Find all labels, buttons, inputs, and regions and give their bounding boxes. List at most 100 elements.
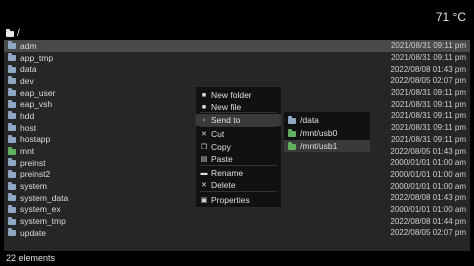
element-count: 22 elements <box>6 253 56 263</box>
file-date: 2021/08/31 09:11 pm <box>390 41 466 51</box>
file-date: 2000/01/01 01:00 am <box>390 158 466 168</box>
menu-item-label: Rename <box>211 168 244 178</box>
file-row[interactable]: adm 2021/08/31 09:11 pm <box>4 40 470 52</box>
send-to-target[interactable]: /mnt/usb0 <box>284 127 370 139</box>
file-name: preinst <box>20 157 46 168</box>
menu-item-send-to[interactable]: › Send to <box>196 114 281 126</box>
copy-icon: ❐ <box>200 144 208 151</box>
file-date: 2021/08/31 09:11 pm <box>390 53 466 63</box>
folder-icon-green <box>288 141 296 150</box>
file-row[interactable]: app_tmp 2021/08/31 09:11 pm <box>4 52 470 64</box>
folder-icon-green <box>8 146 16 155</box>
properties-icon: ▣ <box>200 197 208 204</box>
folder-icon <box>8 169 16 178</box>
temperature-readout: 71 °C <box>435 10 466 24</box>
menu-item-label: Copy <box>211 142 231 152</box>
folder-icon <box>8 88 16 97</box>
menu-item-delete[interactable]: ✕ Delete <box>196 179 281 191</box>
file-date: 2000/01/01 01:00 am <box>390 169 466 179</box>
rename-icon: ▬ <box>200 169 208 177</box>
file-name: system_ex <box>20 204 61 215</box>
folder-icon <box>8 111 16 120</box>
menu-item-label: Properties <box>211 195 250 205</box>
paste-icon: ▤ <box>200 156 208 163</box>
menu-divider <box>200 191 277 192</box>
folder-icon: ■ <box>201 91 207 99</box>
menu-item-cut[interactable]: ✕ Cut <box>196 128 281 140</box>
file-name: data <box>20 64 37 75</box>
file-date: 2021/08/31 09:11 pm <box>390 88 466 98</box>
folder-icon <box>8 158 16 167</box>
folder-icon-green <box>288 128 296 137</box>
folder-icon <box>8 134 16 143</box>
file-date: 2000/01/01 01:00 am <box>390 204 466 214</box>
file-date: 2021/08/31 09:11 pm <box>390 134 466 144</box>
menu-item-label: Send to <box>211 115 241 125</box>
file-name: host <box>20 122 37 133</box>
file-name: system_data <box>20 192 69 203</box>
folder-icon <box>8 181 16 190</box>
folder-icon <box>8 53 16 62</box>
file-icon: ■ <box>201 103 207 111</box>
file-row[interactable]: dev 2022/08/05 02:07 pm <box>4 75 470 87</box>
file-name: dev <box>20 75 34 86</box>
menu-item-label: New folder <box>211 90 252 100</box>
send-to-label: /data <box>300 115 319 125</box>
file-date: 2021/08/31 09:11 pm <box>390 111 466 121</box>
file-name: hostapp <box>20 134 51 145</box>
file-date: 2021/08/31 09:11 pm <box>390 99 466 109</box>
menu-item-copy[interactable]: ❐ Copy <box>196 141 281 153</box>
menu-item-paste[interactable]: ▤ Paste <box>196 153 281 165</box>
file-date: 2021/08/31 09:11 pm <box>390 123 466 133</box>
menu-divider <box>200 112 277 113</box>
send-to-label: /mnt/usb0 <box>300 128 338 138</box>
file-name: mnt <box>20 146 35 157</box>
folder-icon <box>8 99 16 108</box>
menu-item-label: New file <box>211 102 242 112</box>
menu-item-label: Paste <box>211 154 233 164</box>
folder-icon <box>8 123 16 132</box>
send-to-submenu: /data/mnt/usb0/mnt/usb1 <box>283 111 371 153</box>
folder-icon <box>288 115 296 124</box>
file-date: 2022/08/05 02:07 pm <box>390 228 466 238</box>
menu-item-properties[interactable]: ▣ Properties <box>196 194 281 206</box>
file-row[interactable]: system_tmp 2022/08/08 01:44 pm <box>4 215 470 227</box>
folder-icon <box>8 64 16 73</box>
file-name: preinst2 <box>20 169 51 180</box>
file-row[interactable]: data 2022/08/08 01:43 pm <box>4 63 470 75</box>
file-name: eap_user <box>20 87 56 98</box>
menu-divider <box>200 126 277 127</box>
file-name: system_tmp <box>20 216 66 227</box>
file-date: 2022/08/05 02:07 pm <box>390 76 466 86</box>
folder-icon <box>8 216 16 225</box>
menu-item-rename[interactable]: ▬ Rename <box>196 167 281 179</box>
folder-icon <box>8 193 16 202</box>
file-date: 2022/08/05 01:43 pm <box>390 146 466 156</box>
file-name: eap_vsh <box>20 99 53 110</box>
file-date: 2000/01/01 01:00 am <box>390 181 466 191</box>
file-date: 2022/08/08 01:44 pm <box>390 216 466 226</box>
send-to-target[interactable]: /data <box>284 114 370 126</box>
send-to-label: /mnt/usb1 <box>300 141 338 151</box>
cut-icon: ✕ <box>201 131 207 138</box>
file-row[interactable]: update 2022/08/05 02:07 pm <box>4 227 470 239</box>
file-date: 2022/08/08 01:43 pm <box>390 64 466 74</box>
delete-icon: ✕ <box>201 182 207 189</box>
file-name: adm <box>20 40 37 51</box>
file-date: 2022/08/08 01:43 pm <box>390 193 466 203</box>
path-bar: / <box>6 27 20 39</box>
folder-icon <box>8 204 16 213</box>
current-path: / <box>17 27 20 39</box>
context-menu: ■ New folder ■ New file › Send to ✕ Cut ❐ Copy ▤ Pa… <box>195 86 282 208</box>
menu-item-new-folder[interactable]: ■ New folder <box>196 89 281 101</box>
send-to-target[interactable]: /mnt/usb1 <box>284 140 370 152</box>
file-name: hdd <box>20 110 35 121</box>
menu-item-label: Cut <box>211 129 225 139</box>
menu-item-label: Delete <box>211 180 236 190</box>
file-name: system <box>20 181 47 192</box>
chevron-right-icon: › <box>202 116 206 124</box>
file-name: app_tmp <box>20 52 54 63</box>
folder-icon <box>8 41 16 50</box>
file-name: update <box>20 227 46 238</box>
menu-divider <box>200 165 277 166</box>
